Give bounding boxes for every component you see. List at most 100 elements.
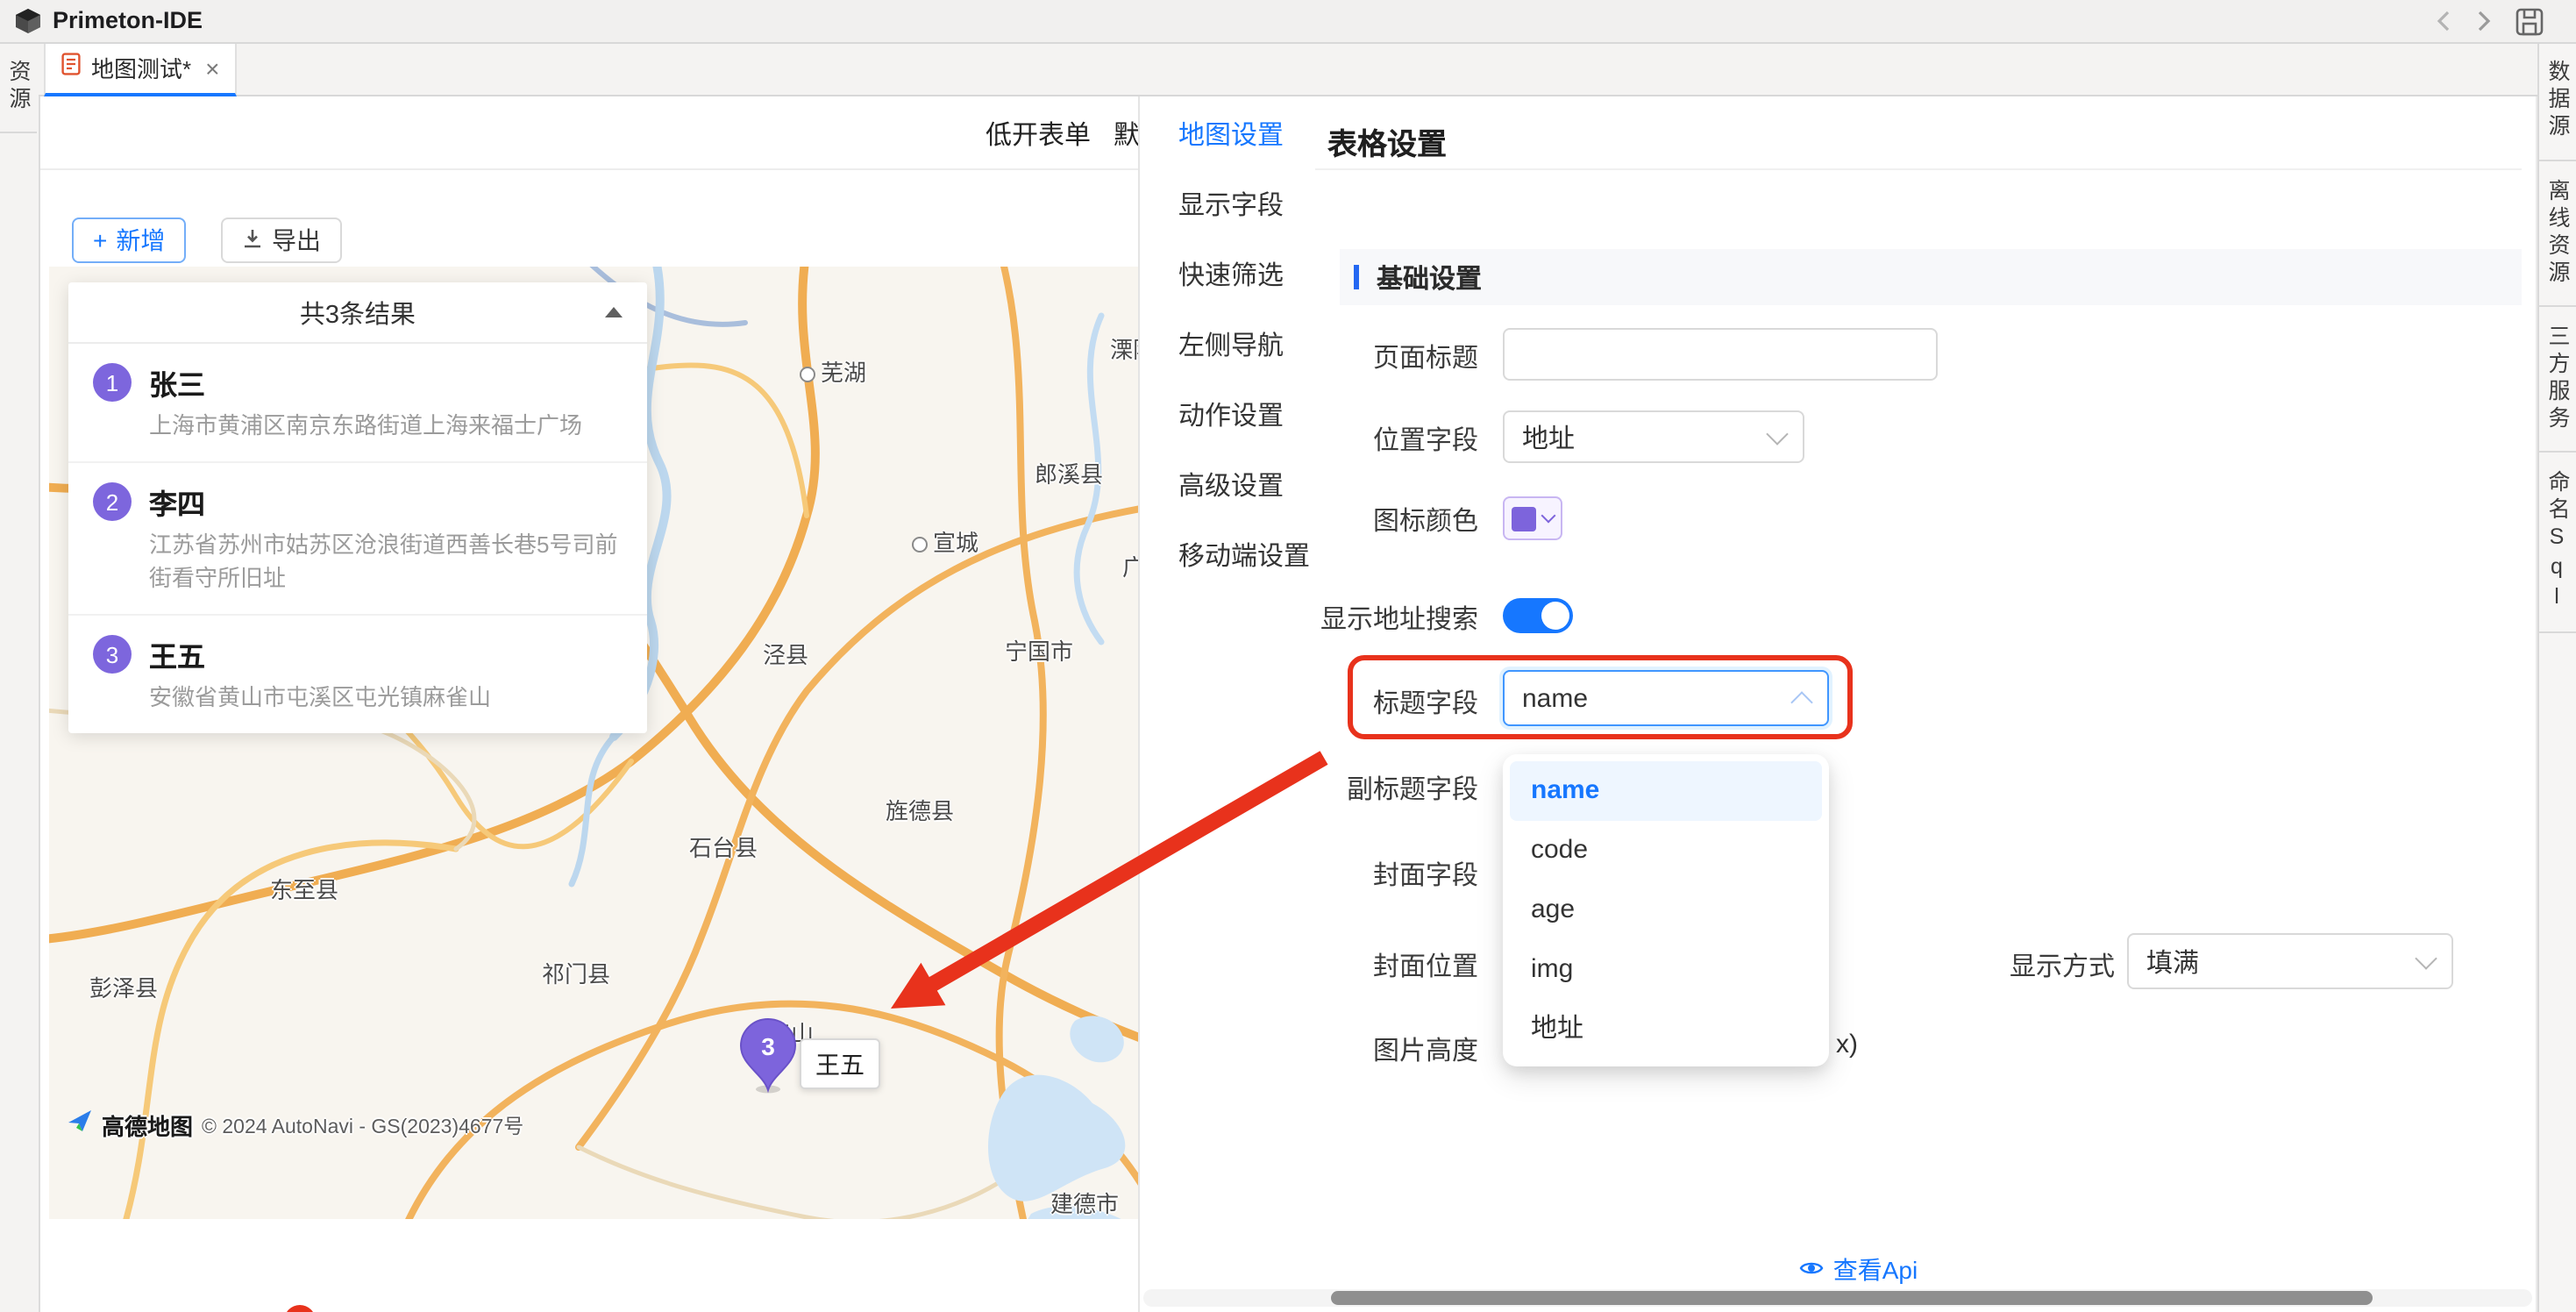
dropdown-option-age[interactable]: age (1510, 881, 1822, 940)
location-field-label: 位置字段 (1250, 421, 1478, 458)
title-field-dropdown: name code age img 地址 (1503, 754, 1829, 1066)
icon-color-picker[interactable] (1503, 496, 1562, 540)
cover-position-label: 封面位置 (1250, 947, 1478, 984)
display-mode-select[interactable]: 填满 (2127, 933, 2453, 989)
collapse-caret-icon[interactable] (605, 307, 623, 317)
title-field-value: name (1522, 683, 1588, 713)
settings-title: 表格设置 (1327, 119, 1447, 163)
subtitle-field-label: 副标题字段 (1250, 770, 1478, 807)
list-item[interactable]: 2 李四 江苏省苏州市姑苏区沧浪街道西善长巷5号司前街看守所旧址 (68, 463, 647, 616)
cover-field-label: 封面字段 (1250, 856, 1478, 893)
settings-nav-map[interactable]: 地图设置 (1140, 102, 1315, 172)
tab-label: 地图测试* (91, 51, 191, 84)
app-window: Primeton-IDE 资源 数据源 离线资源 三方服务 命名Sql 地图测试… (0, 0, 2576, 1312)
page-title-label: 页面标题 (1250, 339, 1478, 375)
result-address: 上海市黄浦区南京东路街道上海来福士广场 (149, 409, 623, 442)
right-rail-item-offline[interactable]: 离线资源 (2539, 160, 2576, 306)
map-label: 彭泽县 (89, 970, 158, 1003)
results-header[interactable]: 共3条结果 (68, 282, 647, 344)
rail-label: 数据源 (2541, 60, 2574, 141)
icon-color-label: 图标颜色 (1250, 502, 1478, 538)
location-field-select[interactable]: 地址 (1503, 410, 1804, 463)
section-title: 基础设置 (1377, 259, 1482, 296)
section-basic-settings: 基础设置 (1340, 249, 2522, 305)
map-label: 东至县 (270, 872, 338, 905)
map-label: 郎溪县 (1035, 456, 1103, 489)
download-icon (242, 226, 263, 254)
add-button-label: 新增 (116, 223, 165, 258)
left-rail: 资源 (0, 42, 40, 1312)
add-button[interactable]: + 新增 (72, 217, 186, 263)
title-field-select[interactable]: name (1503, 670, 1829, 726)
horizontal-scrollbar-thumb[interactable] (1331, 1291, 2373, 1305)
address-search-label: 显示地址搜索 (1250, 600, 1478, 637)
toolbar-item-lowcode-form[interactable]: 低开表单 (986, 116, 1091, 153)
map-marker-pin[interactable]: 3 (738, 1017, 798, 1095)
settings-nav-quickfilter[interactable]: 快速筛选 (1140, 242, 1315, 312)
toolbar-divider (39, 168, 1138, 170)
export-button[interactable]: 导出 (221, 217, 342, 263)
nav-back-icon[interactable] (2430, 7, 2460, 37)
map-label: 旌德县 (886, 793, 954, 826)
color-swatch (1512, 506, 1536, 531)
marker-badge: 2 (93, 482, 132, 521)
map-label: 祁门县 (542, 956, 610, 989)
page-title-input[interactable] (1503, 328, 1938, 381)
right-rail-item-namedsql[interactable]: 命名Sql (2539, 452, 2576, 632)
result-name: 张三 (149, 361, 205, 403)
dropdown-option-address[interactable]: 地址 (1510, 1000, 1822, 1059)
map-label: 广德市 (1122, 549, 1138, 582)
left-rail-item-resources[interactable]: 资源 (0, 42, 37, 133)
map-label: 宁国市 (1005, 633, 1073, 667)
map-marker-label[interactable]: 王五 (800, 1038, 880, 1089)
map-attribution: 高德地图 © 2024 AutoNavi - GS(2023)4677号 (67, 1109, 523, 1142)
app-logo-icon (14, 7, 42, 35)
rail-label: 离线资源 (2541, 178, 2574, 287)
results-summary: 共3条结果 (300, 294, 416, 331)
view-api-link[interactable]: 查看Api (1736, 1252, 1982, 1287)
chevron-down-icon (1541, 509, 1556, 524)
right-rail: 数据源 离线资源 三方服务 命名Sql (2537, 42, 2576, 1312)
map-copyright: © 2024 AutoNavi - GS(2023)4677号 (202, 1111, 523, 1139)
tab-map-test[interactable]: 地图测试* × (44, 42, 238, 96)
left-rail-label: 资源 (2, 60, 35, 114)
dropdown-option-img[interactable]: img (1510, 940, 1822, 1000)
chevron-down-icon (2415, 947, 2437, 969)
map-label: 宣城 (912, 524, 978, 558)
display-mode-value: 填满 (2146, 943, 2199, 980)
save-icon[interactable] (2515, 7, 2544, 37)
tab-bar: 地图测试* × (39, 42, 2537, 96)
location-field-value: 地址 (1522, 418, 1575, 455)
nav-forward-icon[interactable] (2469, 7, 2499, 37)
amap-logo-icon[interactable] (67, 1109, 93, 1142)
chevron-down-icon (1766, 423, 1788, 445)
dropdown-option-code[interactable]: code (1510, 821, 1822, 881)
dropdown-option-name[interactable]: name (1510, 761, 1822, 821)
list-item[interactable]: 3 王五 安徽省黄山市屯溪区屯光镇麻雀山 (68, 616, 647, 733)
right-rail-item-datasource[interactable]: 数据源 (2539, 42, 2576, 160)
export-button-label: 导出 (272, 223, 321, 258)
map-label: 溧阳 (1110, 332, 1138, 365)
preview-pane: 低开表单 默 + 新增 导出 (39, 95, 1138, 1312)
rail-label: 命名Sql (2541, 469, 2574, 613)
display-mode-label: 显示方式 (1946, 947, 2115, 984)
settings-drawer: 地图设置 显示字段 快速筛选 左侧导航 动作设置 高级设置 移动端设置 表格设置… (1138, 95, 2537, 1312)
map-label: 泾县 (763, 637, 808, 670)
toggle-knob (1541, 602, 1569, 630)
toolbar-item-default[interactable]: 默 (1114, 116, 1138, 153)
right-rail-item-thirdparty[interactable]: 三方服务 (2539, 306, 2576, 452)
results-panel: 共3条结果 1 张三 上海市黄浦区南京东路街道上海来福士广场 2 李四 江苏省苏… (68, 282, 647, 733)
view-api-label: 查看Api (1833, 1252, 1918, 1287)
amap-brand[interactable]: 高德地图 (102, 1109, 193, 1142)
map-label: 石台县 (689, 830, 758, 863)
address-search-toggle[interactable] (1503, 598, 1573, 633)
chevron-up-icon (1790, 690, 1812, 712)
result-name: 李四 (149, 481, 205, 523)
svg-text:3: 3 (761, 1033, 775, 1060)
tab-close-icon[interactable]: × (205, 53, 219, 82)
rail-label: 三方服务 (2541, 324, 2574, 432)
settings-nav-fields[interactable]: 显示字段 (1140, 172, 1315, 242)
image-height-label: 图片高度 (1250, 1031, 1478, 1068)
map-label: 芜湖 (800, 354, 866, 388)
list-item[interactable]: 1 张三 上海市黄浦区南京东路街道上海来福士广场 (68, 344, 647, 463)
